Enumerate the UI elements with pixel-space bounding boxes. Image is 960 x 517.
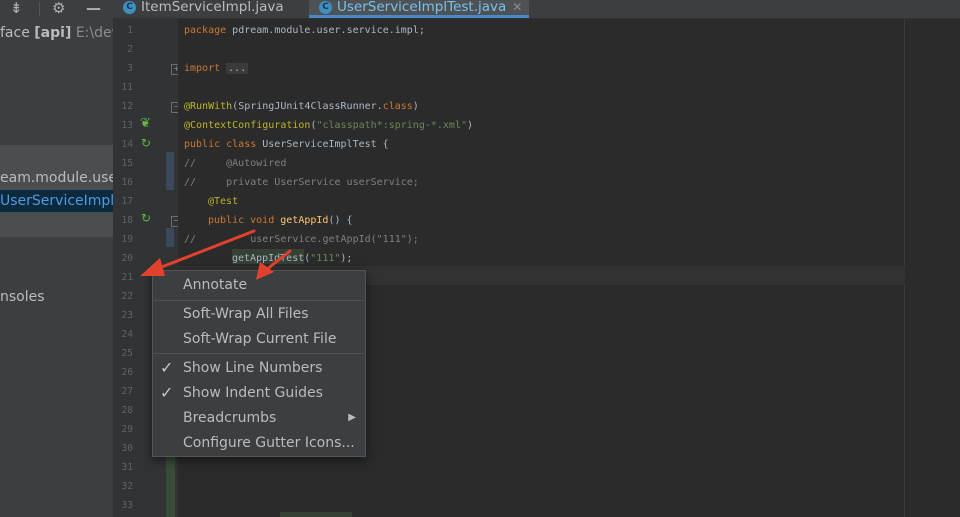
gear-icon[interactable]: ⚙ xyxy=(52,0,65,18)
submenu-arrow-icon: ▶ xyxy=(348,412,356,423)
run-test-icon[interactable]: ↻ xyxy=(141,137,151,149)
menu-label: Soft-Wrap All Files xyxy=(183,306,309,322)
vcs-change-marker[interactable] xyxy=(166,152,174,190)
tree-row-consoles[interactable]: nsoles xyxy=(0,286,113,308)
tab-itemserviceimpl[interactable]: C ItemServiceImpl.java xyxy=(113,0,309,18)
line-number[interactable]: 1 xyxy=(113,21,133,40)
tree-row-module-api[interactable]: face [api] E:\dev xyxy=(0,22,113,44)
class-icon: C xyxy=(123,1,136,14)
menu-item-annotate[interactable]: Annotate xyxy=(153,273,365,297)
toolbar-separator xyxy=(39,2,40,16)
code-line-12[interactable]: @RunWith(SpringJUnit4ClassRunner.class) xyxy=(184,97,419,116)
menu-item-soft-wrap-all[interactable]: Soft-Wrap All Files xyxy=(153,302,365,326)
menu-item-configure-gutter-icons[interactable]: Configure Gutter Icons... xyxy=(153,431,365,455)
folded-imports[interactable]: ... xyxy=(226,63,249,74)
line-number[interactable]: 23 xyxy=(113,306,133,325)
line-number[interactable]: 12 xyxy=(113,97,133,116)
line-number[interactable]: 30 xyxy=(113,439,133,458)
code-line-16[interactable]: // private UserService userService; xyxy=(184,173,419,192)
menu-label: Breadcrumbs xyxy=(183,410,277,426)
tab-label: UserServiceImplTest.java xyxy=(337,0,507,15)
code-line-18[interactable]: public void getAppId() { xyxy=(208,211,353,230)
consoles-label: nsoles xyxy=(0,289,45,305)
line-number[interactable]: 13 xyxy=(113,116,133,135)
code-line-17[interactable]: @Test xyxy=(208,192,238,211)
line-number[interactable]: 25 xyxy=(113,344,133,363)
line-number[interactable]: 32 xyxy=(113,477,133,496)
line-number[interactable]: 33 xyxy=(113,496,133,515)
module-path: E:\dev xyxy=(75,25,113,41)
line-number[interactable]: 29 xyxy=(113,420,133,439)
vcs-change-marker[interactable] xyxy=(166,228,174,247)
menu-label: Configure Gutter Icons... xyxy=(183,435,355,451)
line-number[interactable]: 16 xyxy=(113,173,133,192)
line-number[interactable]: 31 xyxy=(113,458,133,477)
gutter-context-menu: Annotate Soft-Wrap All Files Soft-Wrap C… xyxy=(152,270,366,457)
menu-item-soft-wrap-current[interactable]: Soft-Wrap Current File xyxy=(153,327,365,351)
vcs-added-marker[interactable] xyxy=(166,455,175,517)
line-number[interactable]: 17 xyxy=(113,192,133,211)
editor-tab-bar: C ItemServiceImpl.java C UserServiceImplTe… xyxy=(113,0,960,19)
line-number[interactable]: 24 xyxy=(113,325,133,344)
code-line-1[interactable]: package pdream.module.user.service.impl; xyxy=(184,21,425,40)
code-line-15[interactable]: // @Autowired xyxy=(184,154,286,173)
tree-row-test-class[interactable]: UserServiceImplT xyxy=(0,190,113,212)
line-number[interactable]: 18 xyxy=(113,211,133,230)
menu-label: Show Line Numbers xyxy=(183,360,323,376)
project-panel: ⇟ ⚙ — face [api] E:\dev eam.module.user … xyxy=(0,0,113,517)
close-icon[interactable]: ✕ xyxy=(512,0,522,14)
line-number[interactable]: 27 xyxy=(113,382,133,401)
spring-leaf-icon[interactable]: ❦ xyxy=(140,117,151,130)
line-number[interactable]: 26 xyxy=(113,363,133,382)
tree-row-package[interactable]: eam.module.user xyxy=(0,167,113,189)
menu-separator xyxy=(154,353,364,354)
line-number[interactable]: 2 xyxy=(113,40,133,59)
tab-userserviceimpltest[interactable]: C UserServiceImplTest.java ✕ xyxy=(309,0,529,18)
line-number[interactable]: 22 xyxy=(113,287,133,306)
menu-separator xyxy=(154,300,364,301)
menu-label: Annotate xyxy=(183,277,248,293)
menu-label: Show Indent Guides xyxy=(183,385,323,401)
module-tag: [api] xyxy=(34,25,72,41)
panel-toolbar: ⇟ ⚙ — xyxy=(0,0,113,20)
line-number[interactable]: 28 xyxy=(113,401,133,420)
check-icon: ✓ xyxy=(160,383,174,402)
menu-item-breadcrumbs[interactable]: Breadcrumbs ▶ xyxy=(153,406,365,430)
module-name: face xyxy=(0,25,35,41)
line-number[interactable]: 3 xyxy=(113,59,133,78)
line-number[interactable]: 19 xyxy=(113,230,133,249)
run-test-icon[interactable]: ↻ xyxy=(141,212,151,224)
menu-label: Soft-Wrap Current File xyxy=(183,331,337,347)
line-number[interactable]: 11 xyxy=(113,78,133,97)
usage-highlight xyxy=(280,512,352,517)
code-line-20[interactable]: getAppIdTest("111"); xyxy=(232,249,352,268)
package-label: eam.module.user xyxy=(0,170,113,186)
code-line-19[interactable]: // userService.getAppId("111"); xyxy=(184,230,419,249)
minimize-icon[interactable]: — xyxy=(86,0,101,18)
class-icon: C xyxy=(319,1,332,14)
code-line-13[interactable]: @ContextConfiguration("classpath*:spring… xyxy=(184,116,473,135)
code-line-3[interactable]: import ... xyxy=(184,59,249,78)
line-number[interactable]: 15 xyxy=(113,154,133,173)
menu-item-show-indent-guides[interactable]: ✓ Show Indent Guides xyxy=(153,381,365,405)
line-number[interactable]: 20 xyxy=(113,249,133,268)
menu-item-show-line-numbers[interactable]: ✓ Show Line Numbers xyxy=(153,356,365,380)
test-class-label: UserServiceImplT xyxy=(0,193,113,209)
line-number[interactable]: 21 xyxy=(113,268,133,287)
collapse-all-icon[interactable]: ⇟ xyxy=(10,0,23,18)
tab-label: ItemServiceImpl.java xyxy=(141,0,284,15)
check-icon: ✓ xyxy=(160,358,174,377)
line-number[interactable]: 14 xyxy=(113,135,133,154)
code-line-14[interactable]: public class UserServiceImplTest { xyxy=(184,135,389,154)
